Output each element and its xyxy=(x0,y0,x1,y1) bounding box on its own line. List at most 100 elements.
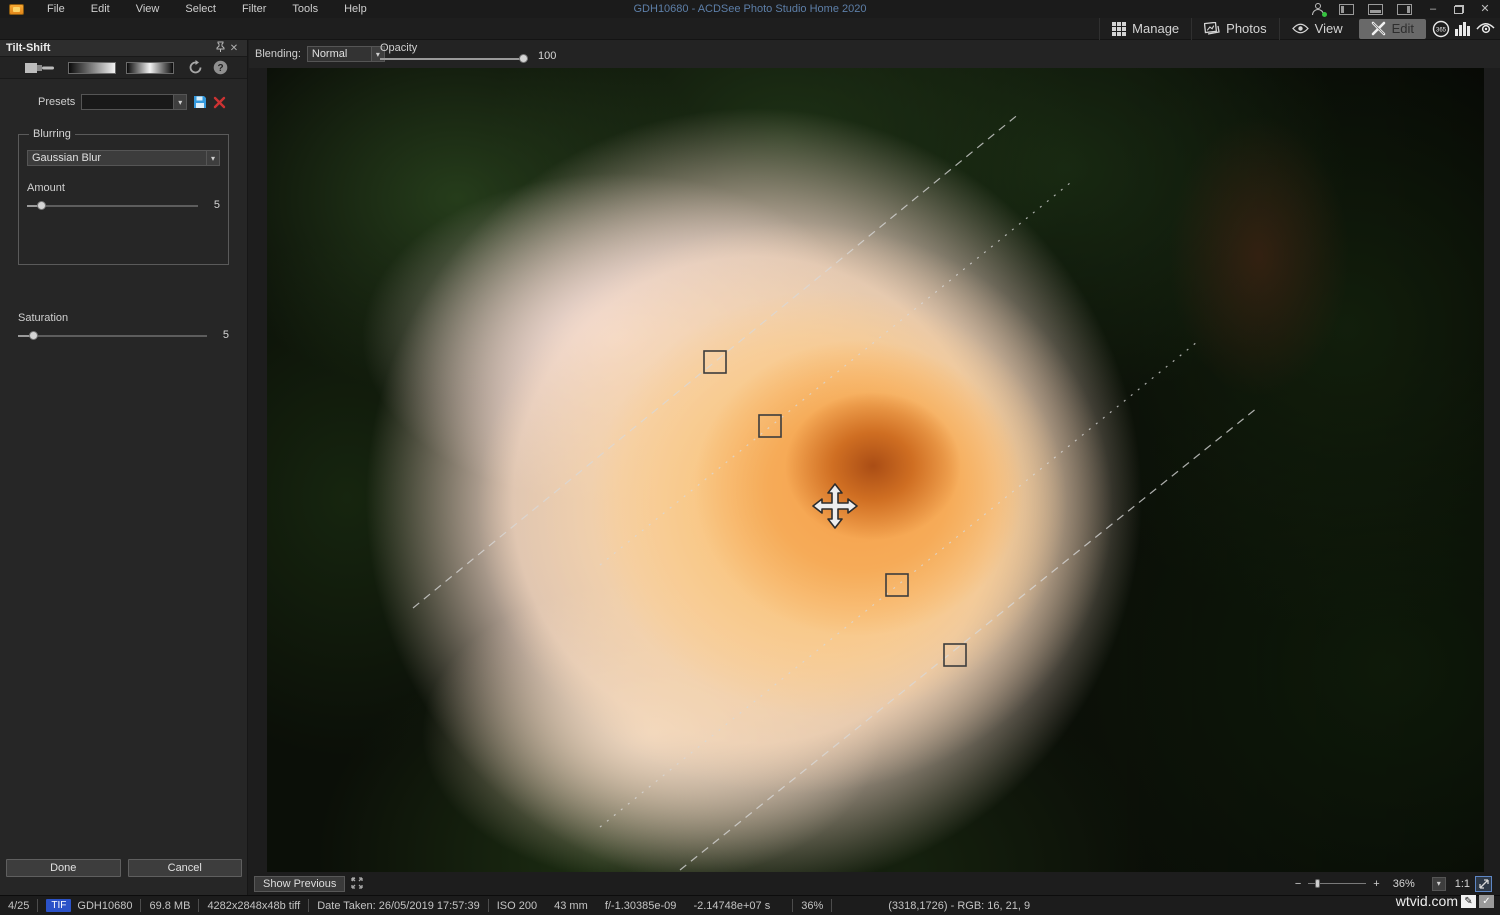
format-badge: TIF xyxy=(46,899,71,912)
menu-select[interactable]: Select xyxy=(172,0,229,18)
layout-right-pane-icon[interactable] xyxy=(1397,4,1412,15)
quick-view-eye-icon xyxy=(1476,22,1495,35)
tilt-shift-panel: Tilt-Shift ✕ ? Prese xyxy=(0,40,248,895)
saturation-label: Saturation xyxy=(18,312,229,324)
zoom-slider-thumb[interactable] xyxy=(1315,879,1320,888)
reset-icon[interactable] xyxy=(188,60,203,75)
save-preset-icon[interactable] xyxy=(193,95,207,109)
move-cursor-icon[interactable] xyxy=(813,484,857,528)
tab-edit[interactable]: Edit xyxy=(1359,19,1426,39)
menu-tools[interactable]: Tools xyxy=(279,0,331,18)
tilt-shift-handle-outer-bottom[interactable] xyxy=(944,644,966,666)
exif-info: ISO 200 43 mm f/-1.30385e-09 -2.14748e+0… xyxy=(489,900,793,912)
exif-shutter: -2.14748e+07 s xyxy=(693,900,770,912)
tilt-shift-handle-inner-bottom[interactable] xyxy=(886,574,908,596)
restore-button[interactable] xyxy=(1454,5,1464,14)
tab-view-label: View xyxy=(1315,21,1343,36)
done-button[interactable]: Done xyxy=(6,859,121,877)
quick-view-button[interactable] xyxy=(1474,18,1496,40)
menu-bar: File Edit View Select Filter Tools Help xyxy=(34,0,380,18)
amount-slider-thumb[interactable] xyxy=(37,201,46,210)
panel-header: Tilt-Shift ✕ xyxy=(0,40,247,57)
zoom-out-button[interactable]: − xyxy=(1293,878,1303,890)
acdsee-logo-icon xyxy=(9,4,24,15)
tilt-shift-handle-inner-top[interactable] xyxy=(759,415,781,437)
blending-combobox[interactable]: Normal ▾ xyxy=(307,46,385,62)
zoom-percentage: 36% xyxy=(1393,878,1427,890)
opacity-slider[interactable] xyxy=(380,54,528,63)
menu-file[interactable]: File xyxy=(34,0,78,18)
amount-slider[interactable] xyxy=(27,201,198,210)
blur-type-combobox[interactable]: Gaussian Blur ▾ xyxy=(27,150,220,166)
viewer-bar: Show Previous − + 36% ▾ 1:1 xyxy=(249,872,1500,895)
saturation-value: 5 xyxy=(215,329,229,341)
show-previous-button[interactable]: Show Previous xyxy=(254,876,345,892)
menu-view[interactable]: View xyxy=(123,0,173,18)
amount-label: Amount xyxy=(27,182,220,194)
exif-focal-length: 43 mm xyxy=(554,900,588,912)
edit-tools-icon xyxy=(1371,21,1386,36)
blurring-groupbox: Blurring Gaussian Blur ▾ Amount 5 xyxy=(18,128,229,265)
help-icon[interactable]: ? xyxy=(213,60,228,75)
presets-combobox[interactable]: ▾ xyxy=(81,94,187,110)
file-position: 4/25 xyxy=(0,900,37,912)
tab-photos-label: Photos xyxy=(1226,21,1266,36)
image-canvas[interactable] xyxy=(267,68,1484,872)
menu-filter[interactable]: Filter xyxy=(229,0,279,18)
zoom-controls: − + 36% ▾ 1:1 xyxy=(1293,876,1500,892)
layout-bottom-pane-icon[interactable] xyxy=(1368,4,1383,15)
fit-to-window-button[interactable] xyxy=(1475,876,1492,892)
blur-type-dropdown-arrow-icon[interactable]: ▾ xyxy=(206,151,219,165)
saturation-slider[interactable] xyxy=(18,331,207,340)
panel-tools-row: ? xyxy=(0,57,247,79)
opacity-label: Opacity xyxy=(380,42,417,54)
tab-view[interactable]: View xyxy=(1279,18,1355,40)
menu-help[interactable]: Help xyxy=(331,0,380,18)
fullscreen-corners-icon[interactable] xyxy=(351,877,363,891)
blending-label: Blending: xyxy=(255,48,301,60)
acdsee-365-button[interactable]: 365 xyxy=(1430,18,1452,40)
fit-diagonal-arrow-icon xyxy=(1479,879,1489,889)
mirror-gradient-button[interactable] xyxy=(126,62,174,74)
svg-text:365: 365 xyxy=(1436,27,1447,33)
actual-size-button[interactable]: 1:1 xyxy=(1455,878,1470,890)
histogram-button[interactable] xyxy=(1452,18,1474,40)
blurring-legend: Blurring xyxy=(29,128,75,140)
tab-manage[interactable]: Manage xyxy=(1099,18,1191,40)
zoom-in-button[interactable]: + xyxy=(1371,878,1381,890)
blur-type-value: Gaussian Blur xyxy=(28,151,206,165)
presets-dropdown-arrow-icon[interactable]: ▾ xyxy=(173,95,186,109)
delete-preset-icon[interactable] xyxy=(213,96,226,109)
exif-iso: ISO 200 xyxy=(497,900,537,912)
zoom-dropdown-arrow-icon[interactable]: ▾ xyxy=(1432,877,1446,891)
histogram-icon xyxy=(1454,21,1472,36)
tab-photos[interactable]: Photos xyxy=(1191,18,1278,40)
online-status-dot xyxy=(1322,12,1327,17)
acdsee-365-icon: 365 xyxy=(1432,20,1450,38)
panel-close-icon[interactable]: ✕ xyxy=(227,43,241,54)
title-bar: GDH10680 - ACDSee Photo Studio Home 2020… xyxy=(0,0,1500,18)
exif-aperture: f/-1.30385e-09 xyxy=(605,900,677,912)
pin-icon[interactable] xyxy=(213,41,227,55)
acdsee-window: GDH10680 - ACDSee Photo Studio Home 2020… xyxy=(0,0,1500,915)
cancel-button[interactable]: Cancel xyxy=(128,859,243,877)
watermark-check-icon: ✓ xyxy=(1479,895,1494,908)
panel-title: Tilt-Shift xyxy=(6,42,50,54)
date-taken: Date Taken: 26/05/2019 17:57:39 xyxy=(309,900,488,912)
opacity-slider-thumb[interactable] xyxy=(519,54,528,63)
close-button[interactable]: ✕ xyxy=(1478,2,1492,16)
layout-left-pane-icon[interactable] xyxy=(1339,4,1354,15)
menu-edit[interactable]: Edit xyxy=(78,0,123,18)
watermark: wtvid.com ✎ ✓ xyxy=(1396,893,1494,909)
tilt-shift-handle-outer-top[interactable] xyxy=(704,351,726,373)
linear-gradient-button[interactable] xyxy=(68,62,116,74)
zoom-slider[interactable] xyxy=(1308,879,1366,888)
saturation-slider-thumb[interactable] xyxy=(29,331,38,340)
tilt-shift-overlay[interactable] xyxy=(267,68,1484,872)
mode-bar: Manage Photos View Edit xyxy=(0,18,1500,40)
svg-text:?: ? xyxy=(217,63,223,74)
account-icon[interactable] xyxy=(1311,2,1325,16)
minimize-button[interactable]: – xyxy=(1426,2,1440,16)
tilt-shift-outer-line-bottom[interactable] xyxy=(680,408,1257,870)
brush-icon[interactable] xyxy=(24,61,58,75)
